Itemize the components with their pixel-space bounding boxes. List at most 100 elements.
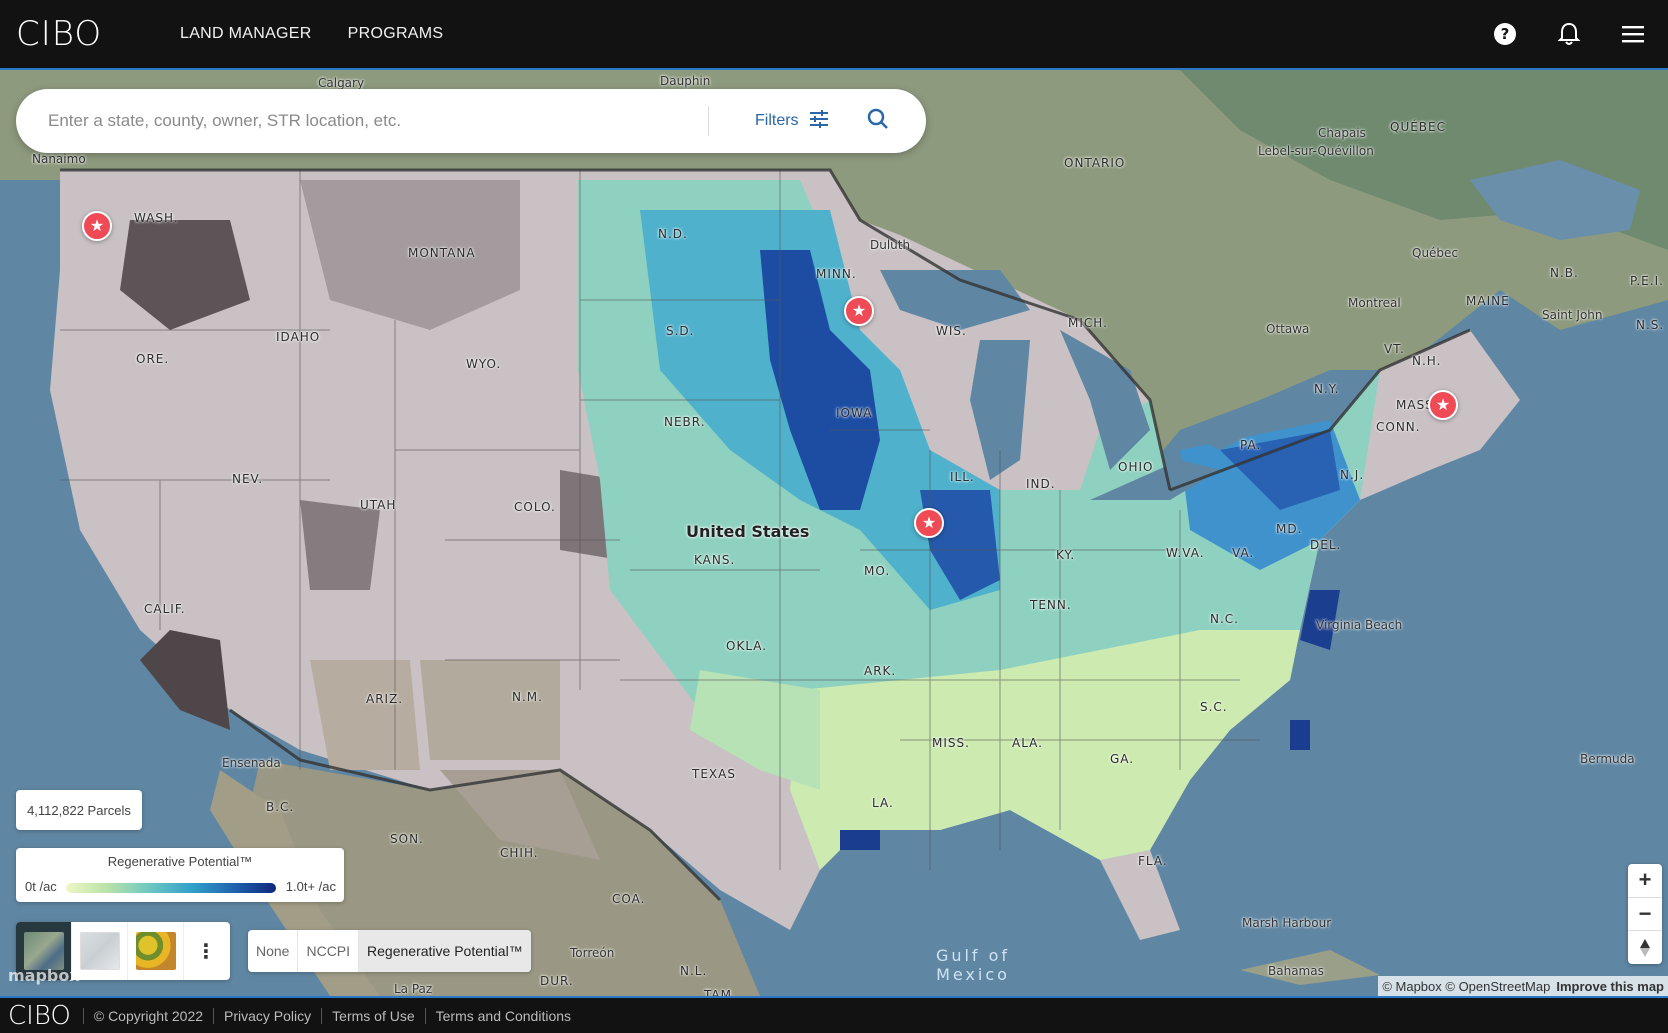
layer-none-button[interactable]: None [248, 930, 299, 972]
help-icon[interactable]: ? [1492, 21, 1518, 47]
map-label-state: CHIH. [500, 846, 539, 860]
map-label-province: N.S. [1636, 318, 1665, 332]
search-icon [867, 108, 889, 135]
zoom-in-button[interactable]: + [1628, 864, 1662, 898]
map-label-state: N.C. [1210, 612, 1239, 626]
mapbox-logo[interactable]: mapbox [8, 966, 80, 985]
map-label-state: OKLA. [726, 639, 768, 653]
star-icon: ★ [851, 303, 867, 320]
sliders-icon [809, 109, 829, 133]
map-label-province: QUÉBEC [1390, 120, 1447, 134]
map-label-state: MO. [864, 564, 891, 578]
top-navigation-bar: CIBO LAND MANAGER PROGRAMS ? [0, 0, 1668, 70]
map-label-state: N.J. [1340, 468, 1365, 482]
parcel-count: 4,112,822 Parcels [16, 790, 142, 830]
map-label-state: KANS. [694, 553, 736, 567]
map-label-city: Torreón [570, 946, 615, 960]
map-marker[interactable]: ★ [82, 211, 112, 241]
map-label-province: P.E.I. [1630, 274, 1664, 288]
basemap-streets[interactable] [72, 922, 128, 980]
map-label-state: PA. [1240, 438, 1262, 452]
map-label-water: Gulf of Mexico [935, 946, 1011, 984]
map-label-city: Lebel-sur-Quévillon [1258, 144, 1374, 158]
map-label-city: Virginia Beach [1316, 618, 1403, 632]
map-label-state: SON. [390, 832, 424, 846]
map-label-state: COA. [612, 892, 646, 906]
filters-label: Filters [755, 112, 799, 129]
map-label-state: B.C. [266, 800, 295, 814]
map-label-state: N.H. [1412, 354, 1442, 368]
map-label-state: VA. [1232, 546, 1255, 560]
layer-regenerative-button[interactable]: Regenerative Potential™ [359, 930, 531, 972]
satellite-thumbnail [23, 932, 64, 970]
menu-icon[interactable] [1620, 21, 1646, 47]
compass-button[interactable] [1628, 931, 1662, 964]
map-label-state: VT. [1384, 342, 1405, 356]
map-marker[interactable]: ★ [1428, 390, 1458, 420]
zoom-controls: + − [1628, 864, 1662, 964]
layer-nccpi-button[interactable]: NCCPI [298, 930, 360, 972]
improve-map-link[interactable]: Improve this map [1556, 979, 1664, 994]
map-label-state: S.D. [666, 324, 695, 338]
legend-min-label: 0t /ac [25, 879, 57, 894]
search-input[interactable] [48, 111, 708, 131]
map-label-state: TEXAS [692, 767, 736, 781]
map-label-city: Duluth [870, 238, 911, 252]
terms-of-use-link[interactable]: Terms of Use [321, 1007, 424, 1024]
map-label-state: TENN. [1030, 598, 1072, 612]
map-label-city: Saint John [1542, 308, 1603, 322]
map-label-state: ALA. [1012, 736, 1043, 750]
map-label-state: N.M. [512, 690, 543, 704]
map-label-city: Ottawa [1266, 322, 1310, 336]
map-label-state: ILL. [950, 470, 975, 484]
map-attribution: © Mapbox © OpenStreetMap Improve this ma… [1378, 976, 1668, 996]
map-label-state: NEBR. [664, 415, 706, 429]
map-label-state: ARK. [864, 664, 897, 678]
layer-toggle: None NCCPI Regenerative Potential™ [248, 930, 531, 972]
search-button[interactable] [867, 108, 889, 135]
map-label-city: Ensenada [222, 756, 281, 770]
map-marker[interactable]: ★ [844, 296, 874, 326]
map-label-state: MD. [1276, 522, 1303, 536]
map-label-city: Nanaimo [32, 152, 86, 166]
map-label-province: N.B. [1550, 266, 1579, 280]
basemap-soil[interactable] [128, 922, 184, 980]
map-label-state: OHIO [1118, 460, 1154, 474]
map-label-state: S.C. [1200, 700, 1228, 714]
map-label-state: N.D. [658, 227, 688, 241]
map-marker[interactable]: ★ [914, 508, 944, 538]
attribution-text[interactable]: © Mapbox © OpenStreetMap [1382, 979, 1550, 994]
cibo-logo[interactable]: CIBO [16, 14, 166, 54]
more-basemaps-icon[interactable]: ⋮ [184, 939, 228, 964]
star-icon: ★ [1435, 397, 1451, 414]
star-icon: ★ [921, 515, 937, 532]
map-label-city: Calgary [318, 76, 365, 90]
map-label-province: ONTARIO [1064, 156, 1126, 170]
map-label-state: GA. [1110, 752, 1135, 766]
map-label-state: FLA. [1138, 854, 1168, 868]
map-label-state: IDAHO [276, 330, 321, 344]
map-label-state: MINN. [816, 267, 857, 281]
map-label-city: Bahamas [1268, 964, 1324, 978]
bell-icon[interactable] [1556, 21, 1582, 47]
map-label-state: N.Y. [1314, 382, 1340, 396]
map-label-state: WASH. [134, 211, 179, 225]
map-label-state: LA. [872, 796, 894, 810]
star-icon: ★ [89, 218, 105, 235]
nav-programs[interactable]: PROGRAMS [348, 25, 444, 43]
map-label-state: IND. [1026, 477, 1056, 491]
nav-land-manager[interactable]: LAND MANAGER [180, 25, 312, 43]
map-label-state: MICH. [1068, 316, 1108, 330]
legend: Regenerative Potential™ 0t /ac 1.0t+ /ac [16, 848, 344, 902]
map-label-state: TAM. [704, 988, 737, 996]
zoom-out-button[interactable]: − [1628, 898, 1662, 932]
map-label-state: ARIZ. [366, 692, 404, 706]
terms-and-conditions-link[interactable]: Terms and Conditions [424, 1007, 581, 1024]
map-label-state: MISS. [932, 736, 970, 750]
map-label-state: IOWA [836, 406, 873, 420]
map-label-state: CALIF. [144, 602, 186, 616]
filters-button[interactable]: Filters [755, 109, 829, 133]
map-label-state: N.L. [680, 964, 708, 978]
map-label-state: KY. [1056, 548, 1076, 562]
privacy-policy-link[interactable]: Privacy Policy [213, 1007, 321, 1024]
